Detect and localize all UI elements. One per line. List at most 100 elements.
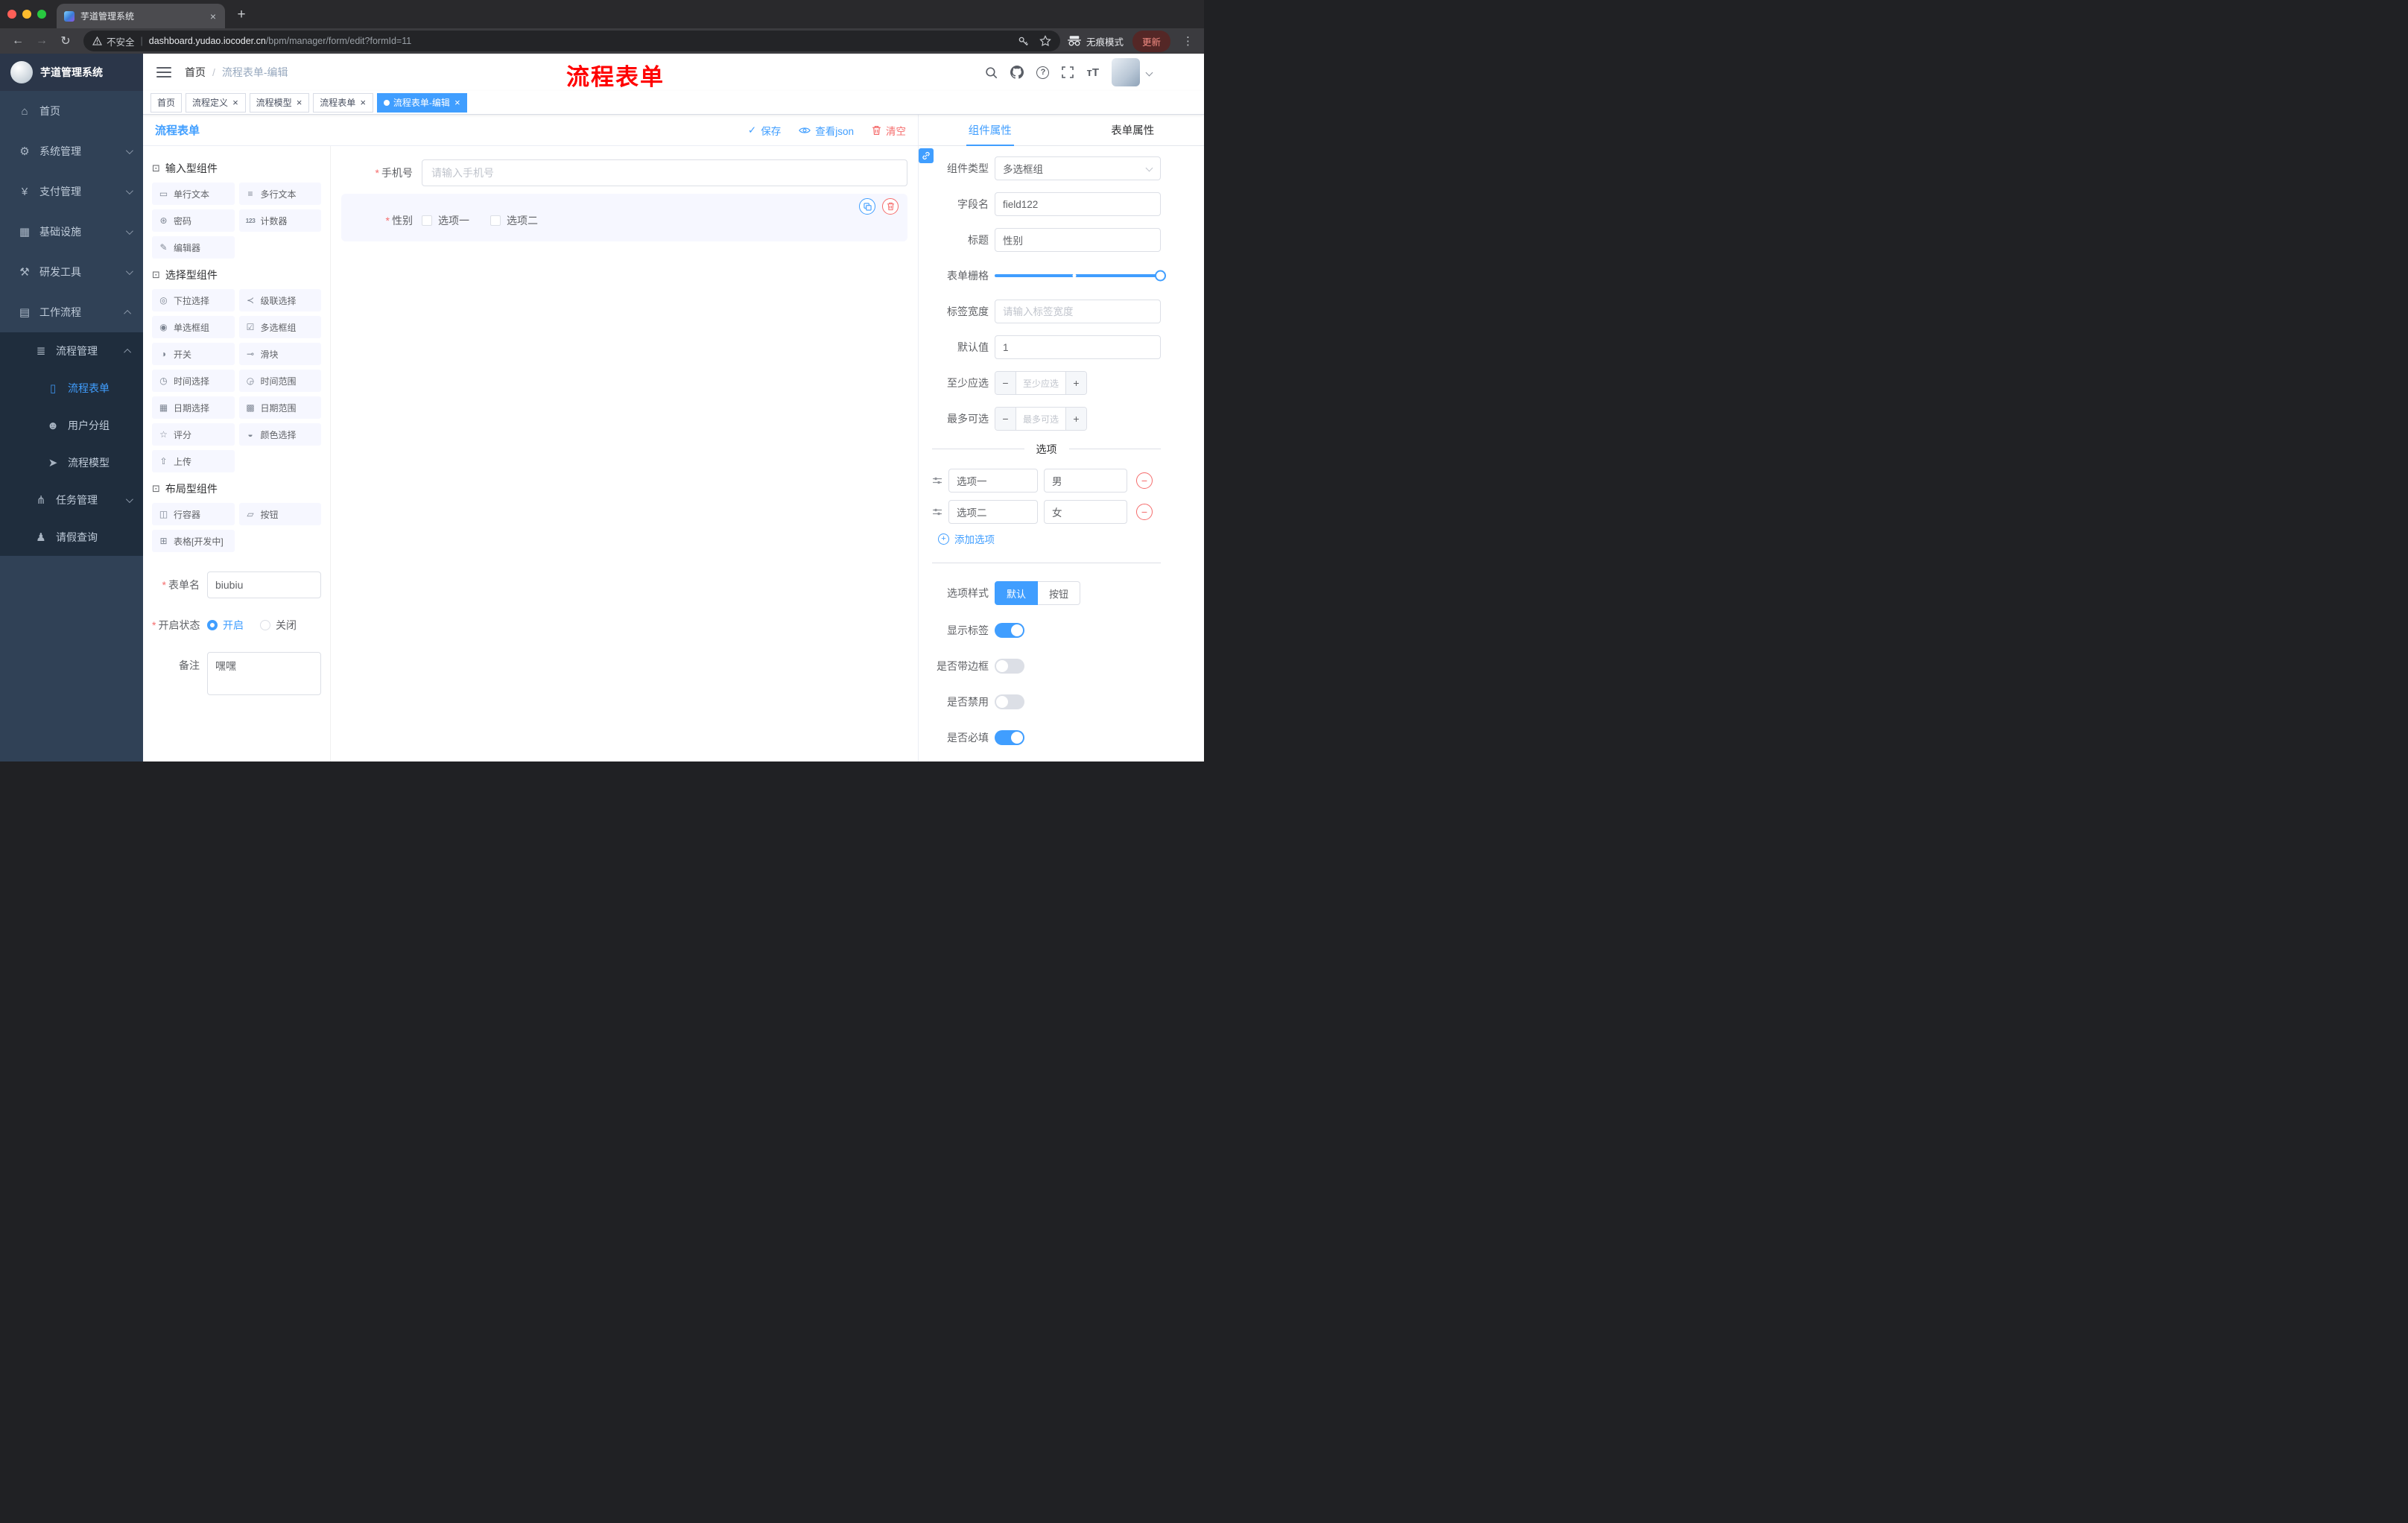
update-button[interactable]: 更新 — [1132, 30, 1170, 52]
zoom-window-button[interactable] — [37, 10, 46, 19]
tag-item-4[interactable]: 流程表单-编辑 × — [376, 92, 468, 113]
forward-icon[interactable]: → — [31, 31, 52, 51]
tag-item-1[interactable]: 流程定义 × — [186, 92, 246, 113]
checkbox-option[interactable]: 选项二 — [490, 213, 538, 228]
component-chip-slider[interactable]: ⊸ 滑块 — [238, 343, 321, 365]
address-bar[interactable]: 不安全 | dashboard.yudao.iocoder.cn /bpm/ma… — [83, 31, 1060, 51]
prop-input-title[interactable] — [995, 228, 1161, 252]
slider-handle[interactable] — [1155, 270, 1166, 282]
sidebar-item-leave-query[interactable]: ♟ 请假查询 — [0, 519, 143, 556]
breadcrumb-home[interactable]: 首页 — [185, 65, 206, 80]
hamburger-icon[interactable] — [156, 67, 171, 77]
plus-icon[interactable]: + — [1065, 408, 1086, 430]
option-label-input[interactable] — [948, 469, 1038, 493]
option-value-input[interactable] — [1044, 500, 1127, 524]
minus-icon[interactable]: − — [995, 372, 1016, 394]
show-label-switch[interactable] — [995, 623, 1024, 638]
delete-icon[interactable] — [882, 198, 899, 215]
help-icon[interactable]: ? — [1036, 66, 1050, 79]
component-chip-time-range[interactable]: ◶ 时间范围 — [238, 370, 321, 392]
sidebar-item-task-mgmt[interactable]: ⋔ 任务管理 — [0, 481, 143, 519]
tab-form-props[interactable]: 表单属性 — [1062, 115, 1205, 145]
component-chip-button[interactable]: ▱ 按钮 — [238, 503, 321, 525]
back-icon[interactable]: ← — [7, 31, 28, 51]
component-chip-password[interactable]: ⊛ 密码 — [152, 209, 235, 232]
component-chip-rate[interactable]: ☆ 评分 — [152, 423, 235, 446]
disabled-switch[interactable] — [995, 694, 1024, 709]
search-icon[interactable] — [985, 66, 998, 79]
component-chip-multi-line-text[interactable]: ≡ 多行文本 — [238, 183, 321, 205]
github-icon[interactable] — [1010, 66, 1024, 79]
sidebar-item-workflow[interactable]: ▤ 工作流程 — [0, 292, 143, 332]
sidebar-item-payment[interactable]: ¥ 支付管理 — [0, 171, 143, 212]
drag-handle-icon[interactable] — [932, 475, 942, 486]
sidebar-item-infra[interactable]: ▦ 基础设施 — [0, 212, 143, 252]
component-chip-upload[interactable]: ⇧ 上传 — [152, 450, 235, 472]
component-chip-cascader[interactable]: ≺ 级联选择 — [238, 289, 321, 311]
sidebar-item-user-group[interactable]: ☻ 用户分组 — [0, 407, 143, 444]
password-key-icon[interactable] — [1018, 36, 1029, 47]
sidebar-item-system[interactable]: ⚙ 系统管理 — [0, 131, 143, 171]
component-chip-date-picker[interactable]: ▦ 日期选择 — [152, 396, 235, 419]
component-chip-counter[interactable]: 123 计数器 — [238, 209, 321, 232]
font-size-icon[interactable]: тT — [1086, 66, 1099, 79]
browser-menu-icon[interactable]: ⋮ — [1179, 34, 1197, 48]
bordered-switch[interactable] — [995, 659, 1024, 674]
sidebar-logo[interactable]: 芋道管理系统 — [0, 54, 143, 91]
option-label-input[interactable] — [948, 500, 1038, 524]
drag-handle-icon[interactable] — [932, 507, 942, 517]
security-status[interactable]: 不安全 — [92, 34, 135, 48]
component-chip-checkbox-group[interactable]: ☑ 多选框组 — [238, 316, 321, 338]
canvas-item-mobile[interactable]: 手机号 — [331, 152, 918, 186]
required-switch[interactable] — [995, 730, 1024, 745]
status-off-radio[interactable]: 关闭 — [260, 618, 297, 633]
copy-icon[interactable] — [859, 198, 875, 215]
component-chip-color-picker[interactable]: ◒ 颜色选择 — [238, 423, 321, 446]
sidebar-item-process-mgmt[interactable]: ≣ 流程管理 — [0, 332, 143, 370]
component-chip-single-line-text[interactable]: ▭ 单行文本 — [152, 183, 235, 205]
checkbox-option[interactable]: 选项一 — [422, 213, 469, 228]
remove-option-icon[interactable]: − — [1136, 504, 1153, 520]
sidebar-item-devtools[interactable]: ⚒ 研发工具 — [0, 252, 143, 292]
component-chip-editor[interactable]: ✎ 编辑器 — [152, 236, 235, 259]
minus-icon[interactable]: − — [995, 408, 1016, 430]
save-button[interactable]: ✓ 保存 — [748, 123, 781, 138]
clear-button[interactable]: 清空 — [872, 123, 906, 138]
remove-option-icon[interactable]: − — [1136, 472, 1153, 489]
sidebar-item-home[interactable]: ⌂ 首页 — [0, 91, 143, 131]
tag-close-icon[interactable]: × — [454, 98, 461, 107]
prop-input-default-value[interactable] — [995, 335, 1161, 359]
link-handle-icon[interactable] — [919, 148, 934, 163]
form-remark-input[interactable]: 嘿嘿 — [207, 652, 321, 695]
component-chip-table-dev[interactable]: ⊞ 表格[开发中] — [152, 530, 235, 552]
field-input-mobile[interactable] — [422, 159, 907, 186]
prop-select-component-type[interactable]: 多选框组 — [995, 156, 1161, 180]
plus-icon[interactable]: + — [1065, 372, 1086, 394]
fullscreen-icon[interactable] — [1062, 66, 1074, 78]
browser-tab[interactable]: 芋道管理系统 × — [57, 4, 225, 28]
component-chip-date-range[interactable]: ▩ 日期范围 — [238, 396, 321, 419]
status-on-radio[interactable]: 开启 — [207, 618, 244, 633]
tag-item-2[interactable]: 流程模型 × — [249, 92, 310, 113]
component-chip-radio-group[interactable]: ◉ 单选框组 — [152, 316, 235, 338]
option-value-input[interactable] — [1044, 469, 1127, 493]
view-json-button[interactable]: 查看json — [799, 123, 854, 138]
new-tab-button[interactable]: + — [231, 4, 252, 25]
component-chip-row-container[interactable]: ◫ 行容器 — [152, 503, 235, 525]
form-name-input[interactable] — [207, 571, 321, 598]
user-avatar[interactable] — [1112, 58, 1140, 86]
close-window-button[interactable] — [7, 10, 16, 19]
tag-item-3[interactable]: 流程表单 × — [313, 92, 373, 113]
tag-close-icon[interactable]: × — [359, 98, 367, 107]
style-option-1[interactable]: 按钮 — [1038, 581, 1081, 605]
tag-close-icon[interactable]: × — [232, 98, 239, 107]
bookmark-star-icon[interactable] — [1039, 35, 1051, 47]
tag-close-icon[interactable]: × — [296, 98, 303, 107]
component-chip-switch[interactable]: ◑ 开关 — [152, 343, 235, 365]
form-canvas[interactable]: 手机号性别 选项一 选项二 — [331, 146, 918, 762]
prop-input-field-name[interactable] — [995, 192, 1161, 216]
tag-item-0[interactable]: 首页 — [150, 92, 183, 113]
sidebar-item-process-form[interactable]: ▯ 流程表单 — [0, 370, 143, 407]
component-chip-select[interactable]: ◎ 下拉选择 — [152, 289, 235, 311]
tab-component-props[interactable]: 组件属性 — [919, 115, 1062, 145]
